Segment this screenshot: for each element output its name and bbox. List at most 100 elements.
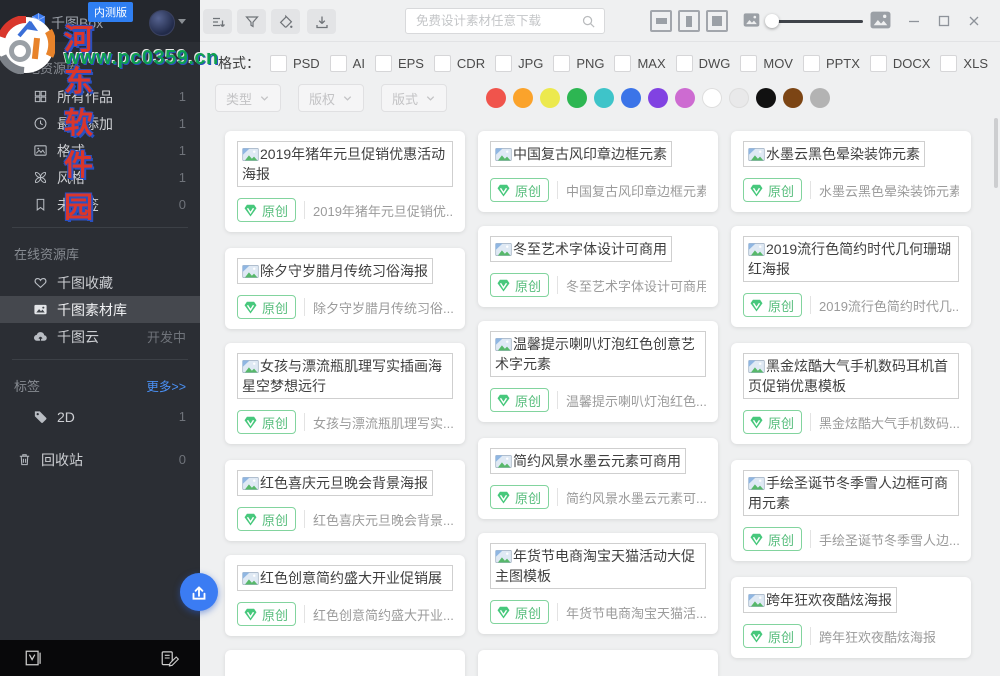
asset-card[interactable]: 除夕守岁腊月传统习俗海报 原创除夕守岁腊月传统习俗... <box>225 248 465 329</box>
sidebar-item-format[interactable]: 格式 1 <box>0 137 200 164</box>
asset-card[interactable]: 手绘圣诞节冬季雪人边框可商用元素 原创手绘圣诞节冬季雪人边... <box>731 460 971 561</box>
note-edit-icon[interactable] <box>160 649 180 667</box>
search-icon[interactable] <box>581 14 596 29</box>
asset-card[interactable]: 水墨云黑色晕染装饰元素 原创水墨云黑色晕染装饰元素 <box>731 131 971 212</box>
sidebar-item-style[interactable]: 风格 1 <box>0 164 200 191</box>
color-dot-teal[interactable] <box>594 88 614 108</box>
image-placeholder-icon <box>748 148 765 161</box>
asset-card[interactable]: 2019年猪年元旦促销优惠活动海报 原创2019年猪年元旦促销优... <box>225 131 465 232</box>
asset-card[interactable]: 黑金炫酷大气手机数码耳机首页促销优惠模板 原创黑金炫酷大气手机数码... <box>731 343 971 444</box>
color-dot-white[interactable] <box>702 88 722 108</box>
sidebar-item-recycle-bin[interactable]: 回收站 0 <box>0 446 200 473</box>
view-vertical-button[interactable] <box>678 10 700 32</box>
asset-card[interactable]: 跨年狂欢夜酷炫海报 原创跨年狂欢夜酷炫海报 <box>731 577 971 658</box>
divider <box>304 201 305 219</box>
format-option-pptx[interactable]: PPTX <box>803 55 860 72</box>
format-checkbox[interactable] <box>495 55 512 72</box>
minimize-button[interactable] <box>902 11 926 31</box>
sort-button[interactable] <box>203 9 232 34</box>
format-checkbox[interactable] <box>330 55 347 72</box>
format-checkbox[interactable] <box>614 55 631 72</box>
pinwheel-icon <box>33 170 48 185</box>
format-checkbox[interactable] <box>676 55 693 72</box>
format-option-cdr[interactable]: CDR <box>434 55 485 72</box>
color-dot-brown[interactable] <box>783 88 803 108</box>
sidebar-item-untagged[interactable]: 未标签 0 <box>0 191 200 218</box>
color-dot-lightgray[interactable] <box>729 88 749 108</box>
download-button[interactable] <box>307 9 336 34</box>
sidebar-item-tag-2d[interactable]: 2D 1 <box>0 403 200 430</box>
format-option-dwg[interactable]: DWG <box>676 55 731 72</box>
sidebar-item-all-works[interactable]: 所有作品 1 <box>0 83 200 110</box>
image-placeholder-icon <box>242 572 259 585</box>
asset-card[interactable]: 2019流行色简约时代几何珊瑚红海报 原创2019流行色简约时代几... <box>731 226 971 327</box>
divider <box>557 276 558 294</box>
search-input[interactable] <box>406 14 581 28</box>
asset-card[interactable]: 红色创意简约盛大开业促销展架 原创红色创意简约盛大开业... <box>225 555 465 636</box>
view-grid-button[interactable] <box>706 10 728 32</box>
sidebar-item-qiantu-favorites[interactable]: 千图收藏 <box>0 269 200 296</box>
avatar-menu-caret[interactable] <box>178 19 186 24</box>
format-checkbox[interactable] <box>740 55 757 72</box>
color-dot-purple[interactable] <box>648 88 668 108</box>
format-checkbox[interactable] <box>870 55 887 72</box>
format-option-psd[interactable]: PSD <box>270 55 320 72</box>
color-dot-yellow[interactable] <box>540 88 560 108</box>
asset-title: 女孩与漂流瓶肌理写实插画海星空梦想远行 <box>242 358 442 394</box>
view-horizontal-button[interactable] <box>650 10 672 32</box>
user-avatar[interactable] <box>149 10 175 36</box>
format-filter-row: 格式： PSD AI EPS CDR JPG PNG MAX DWG MOV P… <box>218 49 988 77</box>
color-dot-red[interactable] <box>486 88 506 108</box>
sidebar-item-recent[interactable]: 最近添加 1 <box>0 110 200 137</box>
clipboard-check-icon[interactable] <box>24 649 42 667</box>
slider-handle[interactable] <box>765 14 779 28</box>
format-option-jpg[interactable]: JPG <box>495 55 543 72</box>
asset-card-partial[interactable] <box>225 650 465 676</box>
upload-button[interactable] <box>180 573 218 611</box>
asset-card[interactable]: 冬至艺术字体设计可商用 原创冬至艺术字体设计可商用 <box>478 226 718 307</box>
format-checkbox[interactable] <box>270 55 287 72</box>
fill-button[interactable] <box>271 9 300 34</box>
format-checkbox[interactable] <box>803 55 820 72</box>
color-dot-magenta[interactable] <box>675 88 695 108</box>
sidebar-item-qiantu-assets[interactable]: 千图素材库 <box>0 296 200 323</box>
color-dot-black[interactable] <box>756 88 776 108</box>
trash-icon <box>17 452 32 467</box>
format-option-max[interactable]: MAX <box>614 55 665 72</box>
filter-button[interactable] <box>237 9 266 34</box>
format-option-eps[interactable]: EPS <box>375 55 424 72</box>
format-option-docx[interactable]: DOCX <box>870 55 931 72</box>
asset-card[interactable]: 温馨提示喇叭灯泡红色创意艺术字元素 原创温馨提示喇叭灯泡红色... <box>478 321 718 422</box>
format-checkbox[interactable] <box>553 55 570 72</box>
layout-dropdown[interactable]: 版式 <box>381 84 447 112</box>
asset-card[interactable]: 年货节电商淘宝天猫活动大促主图模板 原创年货节电商淘宝天猫活... <box>478 533 718 634</box>
format-option-ai[interactable]: AI <box>330 55 365 72</box>
format-option-png[interactable]: PNG <box>553 55 604 72</box>
color-dot-blue[interactable] <box>621 88 641 108</box>
color-dot-none[interactable] <box>810 88 830 108</box>
asset-card-partial[interactable] <box>478 650 718 676</box>
maximize-button[interactable] <box>932 11 956 31</box>
asset-card[interactable]: 简约风景水墨云元素可商用 原创简约风景水墨云元素可... <box>478 438 718 519</box>
format-checkbox[interactable] <box>940 55 957 72</box>
color-dot-green[interactable] <box>567 88 587 108</box>
section-local-library: 本地资源库 <box>0 58 200 77</box>
color-dot-orange[interactable] <box>513 88 533 108</box>
close-button[interactable] <box>962 11 986 31</box>
asset-card[interactable]: 红色喜庆元旦晚会背景海报 原创红色喜庆元旦晚会背景... <box>225 460 465 541</box>
original-badge: 原创 <box>490 178 549 202</box>
format-option-xls[interactable]: XLS <box>940 55 988 72</box>
copyright-dropdown[interactable]: 版权 <box>298 84 364 112</box>
asset-card[interactable]: 女孩与漂流瓶肌理写实插画海星空梦想远行 原创女孩与漂流瓶肌理写实... <box>225 343 465 444</box>
thumbnail-size-slider[interactable] <box>768 20 863 23</box>
scrollbar-thumb[interactable] <box>994 118 998 188</box>
search-box[interactable] <box>405 8 605 34</box>
divider <box>304 605 305 623</box>
format-checkbox[interactable] <box>434 55 451 72</box>
format-checkbox[interactable] <box>375 55 392 72</box>
format-option-mov[interactable]: MOV <box>740 55 793 72</box>
type-dropdown[interactable]: 类型 <box>215 84 281 112</box>
asset-card[interactable]: 中国复古风印章边框元素 原创中国复古风印章边框元素 <box>478 131 718 212</box>
more-tags-link[interactable]: 更多>> <box>146 376 186 395</box>
sidebar-item-qiantu-cloud[interactable]: 千图云 开发中 <box>0 323 200 350</box>
